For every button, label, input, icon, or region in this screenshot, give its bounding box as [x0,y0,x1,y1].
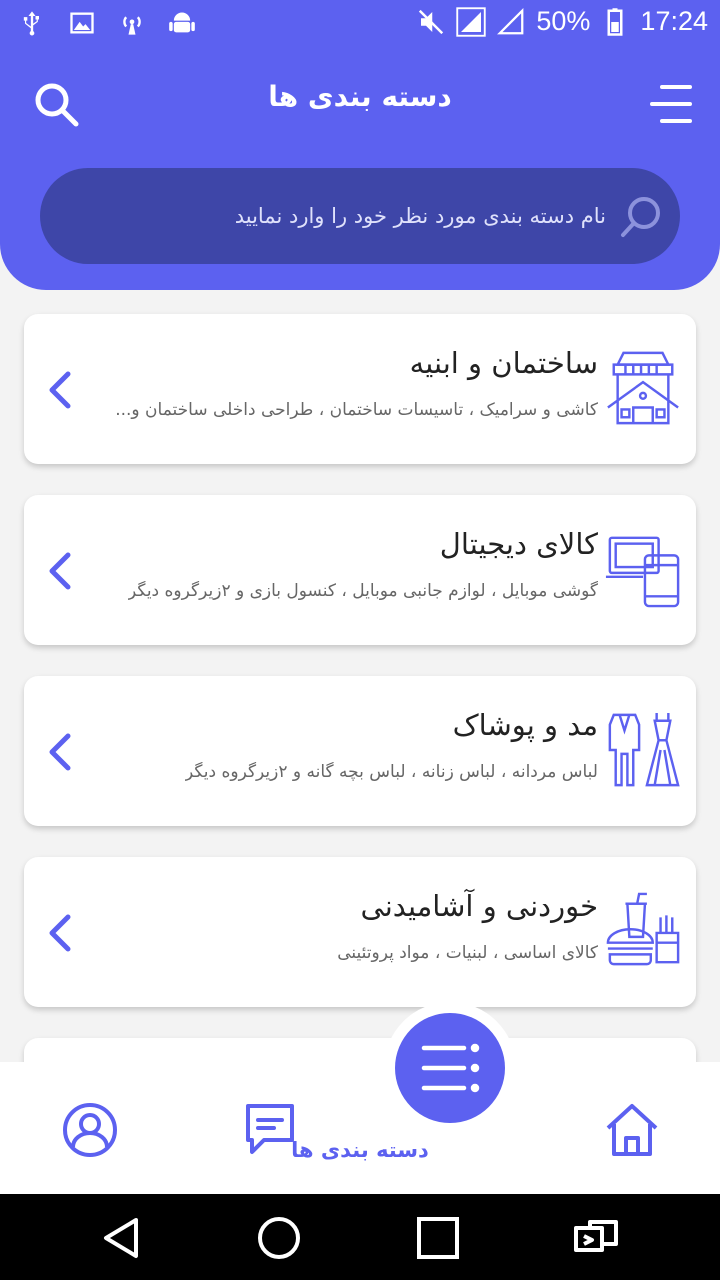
category-card-fashion[interactable]: مد و پوشاک لباس مردانه ، لباس زنانه ، لب… [24,676,696,826]
hotspot-icon [123,16,141,35]
chevron-left-icon [49,733,71,771]
chevron-left-icon [49,371,71,409]
clothes-icon [608,712,680,787]
search-icon [621,197,660,237]
category-list: ساختمان و ابنیه کاشی و سرامیک ، تاسیسات … [24,314,696,1038]
category-subtitle: گوشی موبایل ، لوازم جانبی موبایل ، کنسول… [128,581,598,601]
food-icon [606,892,680,966]
search-input[interactable]: نام دسته بندی مورد نظر خود را وارد نمایی… [40,168,680,264]
rotate-icon[interactable] [572,1214,620,1262]
home-icon[interactable] [602,1100,662,1160]
category-card-food[interactable]: خوردنی و آشامیدنی کالای اساسی ، لبنیات ،… [24,857,696,1007]
nav-label-categories[interactable]: دسته بندی ها [260,1138,460,1162]
battery-percent: 50% [536,6,591,36]
category-title: ساختمان و ابنیه [409,346,598,380]
signal-icon [497,7,524,34]
building-icon [607,351,679,425]
battery-icon [607,7,623,36]
categories-button[interactable] [395,1013,505,1123]
usb-icon [23,11,39,36]
category-subtitle: کالای اساسی ، لبنیات ، مواد پروتئینی [337,943,598,963]
categories-icon [421,1043,480,1093]
category-title: کالای دیجیتال [439,527,598,561]
category-subtitle: کاشی و سرامیک ، تاسیسات ساختمان ، طراحی … [115,400,598,420]
signal-icon [456,6,487,37]
home-circle-icon[interactable] [255,1214,303,1262]
status-bar: 50% 17:24 [0,0,720,52]
header: دسته بندی ها نام دسته بندی مورد نظر خود … [0,52,720,290]
chevron-left-icon [49,914,71,952]
page-title: دسته بندی ها [268,80,452,113]
mute-icon [419,9,444,34]
search-placeholder: نام دسته بندی مورد نظر خود را وارد نمایی… [234,204,606,228]
devices-icon [605,536,680,608]
system-nav-bar [0,1194,720,1280]
category-title: خوردنی و آشامیدنی [360,889,598,923]
recents-icon[interactable] [414,1214,462,1262]
hamburger-icon[interactable] [650,84,692,124]
back-icon[interactable] [98,1214,146,1262]
category-subtitle: لباس مردانه ، لباس زنانه ، لباس بچه گانه… [184,762,598,782]
profile-icon[interactable] [60,1100,120,1160]
bottom-nav: دسته بندی ها [0,1062,720,1194]
category-card-digital[interactable]: کالای دیجیتال گوشی موبایل ، لوازم جانبی … [24,495,696,645]
category-title: مد و پوشاک [452,708,598,742]
image-icon [70,12,94,34]
chevron-left-icon [49,552,71,590]
android-icon [169,12,195,33]
clock: 17:24 [640,6,708,36]
category-card-building[interactable]: ساختمان و ابنیه کاشی و سرامیک ، تاسیسات … [24,314,696,464]
